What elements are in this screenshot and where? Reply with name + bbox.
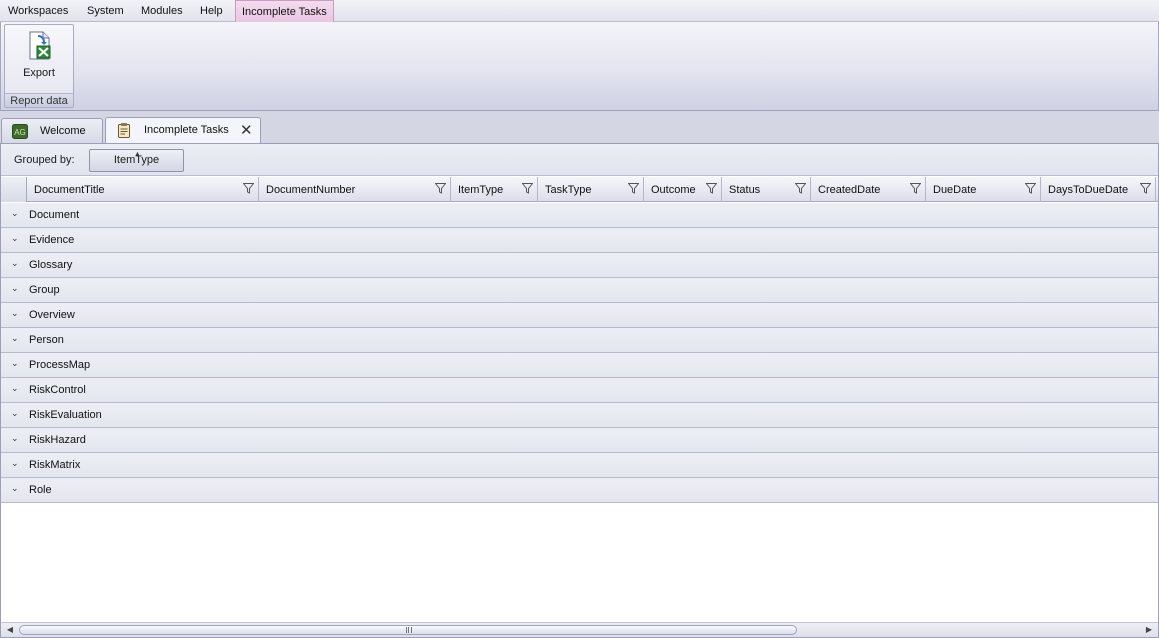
- group-row-label: RiskEvaluation: [29, 409, 102, 421]
- filter-icon[interactable]: [910, 183, 921, 194]
- column-header-status[interactable]: Status: [722, 177, 811, 202]
- column-header-label: CreatedDate: [818, 184, 881, 196]
- column-header-label: DocumentNumber: [266, 184, 356, 196]
- chevron-down-icon[interactable]: ⌄: [11, 483, 21, 495]
- close-icon[interactable]: ✕: [240, 121, 253, 139]
- filter-icon[interactable]: [628, 183, 639, 194]
- group-row-riskhazard[interactable]: ⌄ RiskHazard: [1, 428, 1158, 453]
- filter-icon[interactable]: [1140, 183, 1151, 194]
- tab-welcome[interactable]: AG Welcome: [1, 118, 103, 143]
- group-row-glossary[interactable]: ⌄ Glossary: [1, 253, 1158, 278]
- column-header-documenttitle[interactable]: DocumentTitle: [27, 177, 259, 202]
- group-row-overview[interactable]: ⌄ Overview: [1, 303, 1158, 328]
- group-row-document[interactable]: ⌄ Document: [1, 203, 1158, 228]
- filter-icon[interactable]: [435, 183, 446, 194]
- column-header-duedate[interactable]: DueDate: [926, 177, 1041, 202]
- group-row-label: Person: [29, 334, 64, 346]
- group-row-label: Group: [29, 284, 60, 296]
- group-row-label: Evidence: [29, 234, 75, 246]
- tab-welcome-label: Welcome: [40, 125, 86, 137]
- filter-icon[interactable]: [706, 183, 717, 194]
- scroll-thumb[interactable]: [19, 625, 797, 635]
- group-row-riskmatrix[interactable]: ⌄ RiskMatrix: [1, 453, 1158, 478]
- sort-ascending-icon: ▲: [134, 151, 141, 158]
- chevron-down-icon[interactable]: ⌄: [11, 383, 21, 395]
- chevron-down-icon[interactable]: ⌄: [11, 358, 21, 370]
- document-tabstrip: AG Welcome Incomplete Tasks ✕: [0, 111, 1159, 143]
- grid-panel: Grouped by: ▲ ItemType DocumentTitle Doc…: [0, 143, 1159, 638]
- column-header-label: TaskType: [545, 184, 592, 196]
- group-row-label: Overview: [29, 309, 75, 321]
- group-row-label: Document: [29, 209, 80, 221]
- group-row-group[interactable]: ⌄ Group: [1, 278, 1158, 303]
- group-row-processmap[interactable]: ⌄ ProcessMap: [1, 353, 1158, 378]
- filter-icon[interactable]: [243, 183, 254, 194]
- chevron-down-icon[interactable]: ⌄: [11, 308, 21, 320]
- group-row-label: ProcessMap: [29, 359, 91, 371]
- menu-bar: Workspaces System Modules Help Incomplet…: [0, 0, 1159, 23]
- tab-incomplete-tasks-label: Incomplete Tasks: [144, 124, 229, 136]
- menu-workspaces[interactable]: Workspaces: [8, 0, 68, 22]
- scroll-right-icon[interactable]: ▶: [1142, 623, 1156, 637]
- column-header-tasktype[interactable]: TaskType: [538, 177, 644, 202]
- column-header-label: ItemType: [458, 184, 504, 196]
- ribbon: Export Report data: [0, 22, 1159, 111]
- column-header-label: Outcome: [651, 184, 696, 196]
- filter-icon[interactable]: [1025, 183, 1036, 194]
- group-by-panel: Grouped by: ▲ ItemType: [1, 144, 1158, 176]
- column-header-createddate[interactable]: CreatedDate: [811, 177, 926, 202]
- chevron-down-icon[interactable]: ⌄: [11, 208, 21, 220]
- group-row-label: RiskControl: [29, 384, 86, 396]
- ribbon-group-label: Report data: [5, 93, 73, 107]
- tab-incomplete-tasks[interactable]: Incomplete Tasks ✕: [105, 117, 261, 143]
- group-row-label: Glossary: [29, 259, 73, 271]
- chevron-down-icon[interactable]: ⌄: [11, 258, 21, 270]
- group-row-role[interactable]: ⌄ Role: [1, 478, 1158, 503]
- group-row-evidence[interactable]: ⌄ Evidence: [1, 228, 1158, 253]
- menu-modules[interactable]: Modules: [141, 0, 183, 22]
- column-header-documentnumber[interactable]: DocumentNumber: [259, 177, 451, 202]
- grip-icon: [406, 627, 412, 633]
- column-header-outcome[interactable]: Outcome: [644, 177, 722, 202]
- group-row-person[interactable]: ⌄ Person: [1, 328, 1158, 353]
- group-indent-header: [1, 177, 27, 202]
- group-row-riskevaluation[interactable]: ⌄ RiskEvaluation: [1, 403, 1158, 428]
- column-header-row: DocumentTitle DocumentNumber ItemType Ta…: [1, 177, 1158, 202]
- menu-incomplete-tasks[interactable]: Incomplete Tasks: [235, 0, 334, 23]
- scroll-left-icon[interactable]: ◀: [3, 623, 17, 637]
- chevron-down-icon[interactable]: ⌄: [11, 333, 21, 345]
- column-header-daystoduedate[interactable]: DaysToDueDate: [1041, 177, 1156, 202]
- ribbon-group-report-data: Export Report data: [4, 24, 74, 108]
- filter-icon[interactable]: [522, 183, 533, 194]
- column-header-label: Status: [729, 184, 761, 196]
- excel-export-icon: [29, 31, 51, 60]
- filter-icon[interactable]: [795, 183, 806, 194]
- export-button[interactable]: Export: [13, 27, 65, 81]
- column-header-label: DaysToDueDate: [1048, 184, 1129, 196]
- menu-help[interactable]: Help: [200, 0, 223, 22]
- clipboard-icon: [118, 123, 130, 138]
- svg-text:AG: AG: [14, 128, 26, 137]
- chevron-down-icon[interactable]: ⌄: [11, 233, 21, 245]
- app-logo-icon: AG: [12, 124, 28, 139]
- menu-system[interactable]: System: [87, 0, 124, 22]
- group-row-label: Role: [29, 484, 52, 496]
- group-row-label: RiskHazard: [29, 434, 86, 446]
- horizontal-scrollbar[interactable]: ◀ ▶: [1, 622, 1158, 637]
- column-header-label: DueDate: [933, 184, 977, 196]
- chevron-down-icon[interactable]: ⌄: [11, 433, 21, 445]
- column-header-label: DocumentTitle: [34, 184, 105, 196]
- group-row-riskcontrol[interactable]: ⌄ RiskControl: [1, 378, 1158, 403]
- chevron-down-icon[interactable]: ⌄: [11, 283, 21, 295]
- chevron-down-icon[interactable]: ⌄: [11, 408, 21, 420]
- chevron-down-icon[interactable]: ⌄: [11, 458, 21, 470]
- group-row-label: RiskMatrix: [29, 459, 81, 471]
- export-label: Export: [23, 67, 55, 79]
- column-header-itemtype[interactable]: ItemType: [451, 177, 538, 202]
- grouped-by-label: Grouped by:: [14, 154, 75, 166]
- group-chip-itemtype[interactable]: ▲ ItemType: [89, 149, 184, 172]
